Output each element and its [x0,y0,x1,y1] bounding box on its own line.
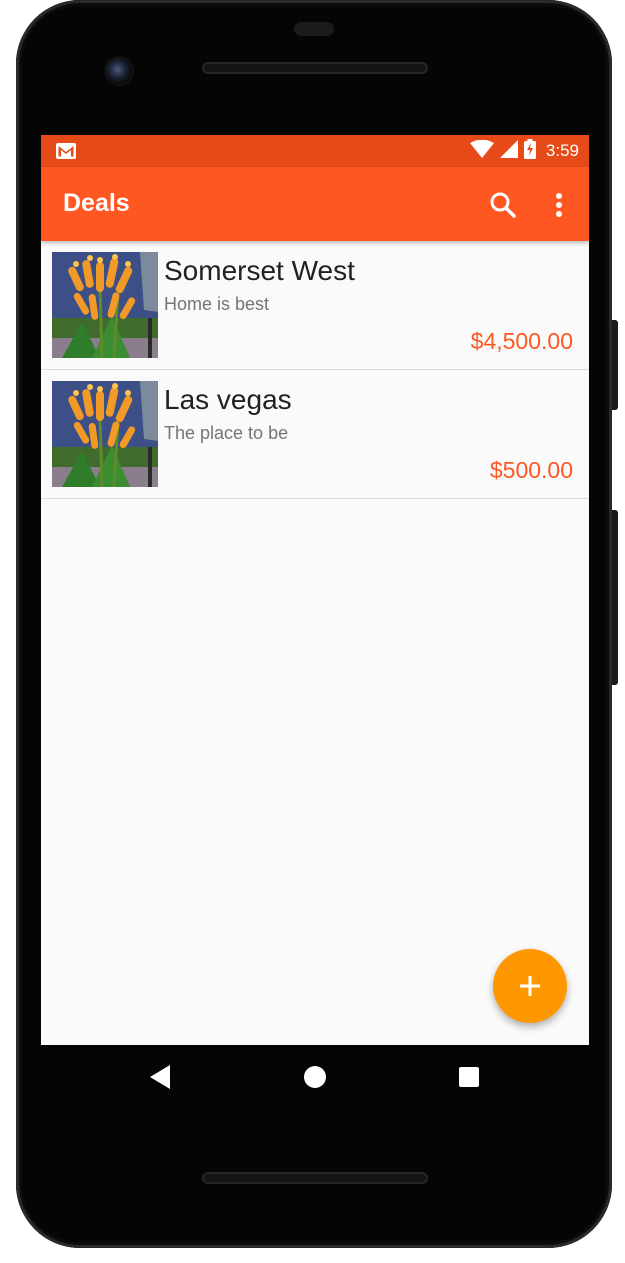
home-icon[interactable] [304,1066,326,1088]
power-button [612,320,618,410]
deal-description: Home is best [164,294,270,314]
top-speaker [202,62,428,74]
deal-description: The place to be [164,423,289,443]
deal-thumbnail [52,381,158,487]
bottom-speaker [202,1172,428,1184]
page-title: Deals [63,189,130,217]
app-bar: Deals [41,167,589,241]
volume-button [612,510,618,685]
add-deal-button[interactable] [493,949,567,1023]
front-camera [106,58,132,84]
deals-list: Somerset West Home is best $4,500.00 Las… [41,241,589,499]
more-vert-icon[interactable] [547,189,571,221]
add-icon [520,976,540,996]
status-time: 3:59 [545,141,579,160]
deal-row-las-vegas[interactable]: Las vegas The place to be $500.00 [41,370,589,499]
screen: 3:59 Deals Somerset West Home is best $4… [41,135,589,1045]
deal-row-somerset-west[interactable]: Somerset West Home is best $4,500.00 [41,241,589,370]
deal-title: Somerset West [164,255,355,286]
cellular-signal-icon [499,139,518,163]
recents-icon[interactable] [459,1067,479,1087]
earpiece [294,22,334,36]
wifi-icon [469,139,494,163]
battery-charging-icon [523,138,536,164]
gmail-icon [56,143,76,164]
deal-price: $500.00 [489,457,573,483]
search-icon[interactable] [487,189,519,221]
back-icon[interactable] [150,1065,170,1094]
status-bar: 3:59 [41,135,589,167]
deal-thumbnail [52,252,158,358]
deal-price: $4,500.00 [470,328,573,354]
navigation-bar [41,1045,589,1109]
deal-title: Las vegas [164,384,292,415]
